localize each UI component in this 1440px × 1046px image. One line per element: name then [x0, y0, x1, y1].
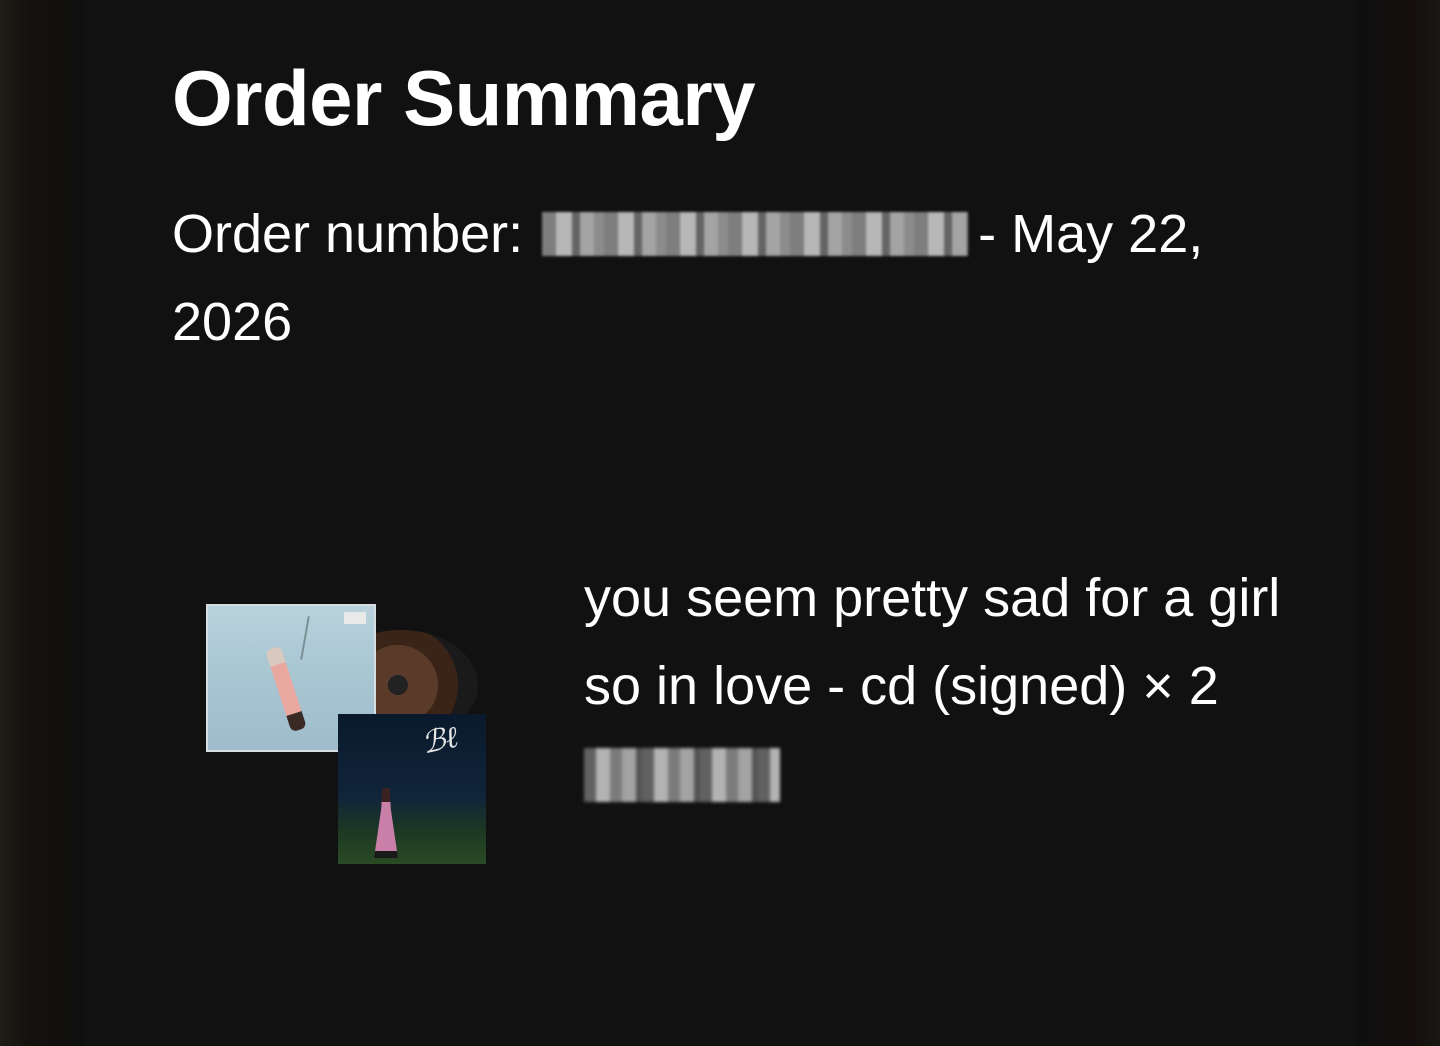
product-quantity: × 2 [1142, 656, 1219, 716]
signature-icon: ℬℓ [418, 719, 462, 762]
product-price-row [584, 736, 1304, 802]
order-number-line: Order number: - May 22, 2026 [172, 190, 1292, 366]
card-figure-icon [374, 788, 398, 858]
signed-art-card: ℬℓ [338, 714, 486, 864]
app-window: Order Summary Order number: - May 22, 20… [0, 0, 1440, 1046]
order-summary-panel [84, 0, 1356, 1046]
order-number-redacted [542, 212, 969, 256]
product-name-line: you seem pretty sad for a girl so in lov… [584, 554, 1304, 730]
page-title: Order Summary [172, 54, 756, 142]
product-image: ℬℓ [204, 600, 494, 870]
product-price-redacted [584, 748, 780, 802]
product-info: you seem pretty sad for a girl so in lov… [584, 554, 1304, 802]
order-number-label: Order number: [172, 204, 524, 264]
swing-rope-icon [300, 616, 310, 660]
